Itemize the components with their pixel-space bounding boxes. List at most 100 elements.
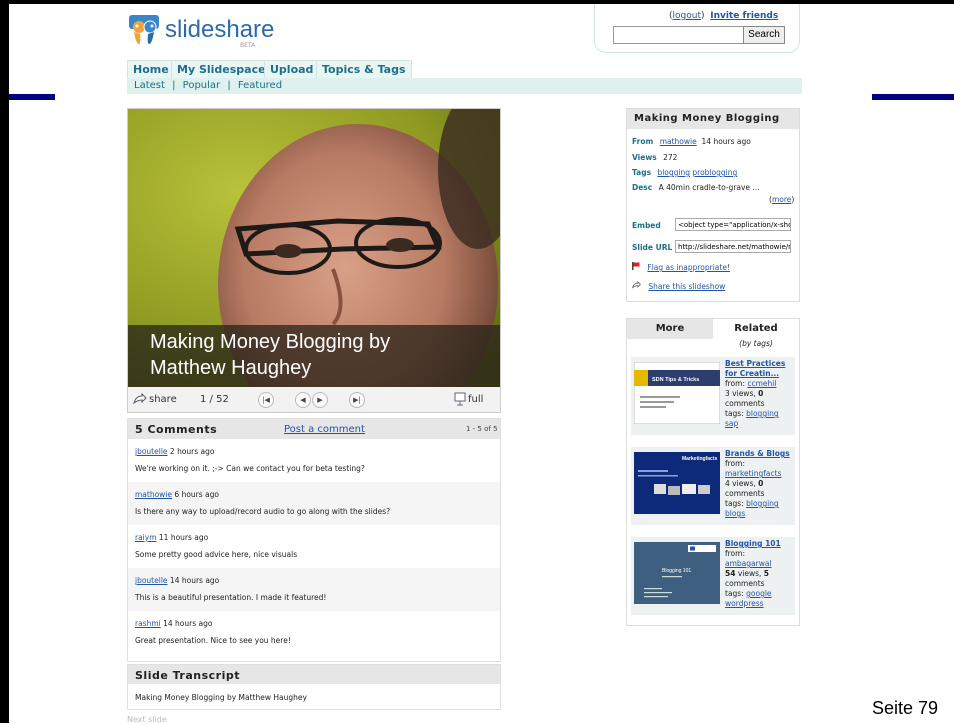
related-tag-link[interactable]: sap <box>725 419 738 428</box>
slide-url-field[interactable]: http://slideshare.net/mathowie/m <box>675 240 791 253</box>
comment-author-link[interactable]: mathowie <box>135 490 172 499</box>
related-tag-link[interactable]: wordpress <box>725 599 764 608</box>
desc-label: Desc <box>632 183 653 192</box>
slideshow-title: Making Money Blogging <box>634 113 780 124</box>
related-views: 3 <box>725 389 730 398</box>
logout-link[interactable]: logout <box>673 11 701 21</box>
related-thumbnail[interactable]: SDN Tips & Tricks <box>634 362 720 424</box>
related-thumbnail[interactable]: Blogging 101 <box>634 542 720 604</box>
related-tag-link[interactable]: blogging <box>746 499 779 508</box>
flag-label: Flag as inappropriate! <box>647 263 730 272</box>
share-slideshow-label: Share this slideshow <box>648 282 726 291</box>
info-header: Making Money Blogging <box>627 109 799 129</box>
more-link[interactable]: more <box>772 195 791 204</box>
comments-panel: 5 Comments Post a comment 1 - 5 of 5 jbo… <box>127 418 501 662</box>
embed-code-field[interactable]: <object type="application/x-shoc <box>675 218 791 231</box>
comments-label: comments <box>725 489 765 498</box>
invite-friends-link[interactable]: Invite friends <box>710 11 778 21</box>
author-link[interactable]: mathowie <box>660 137 697 146</box>
last-slide-icon[interactable]: ▶| <box>349 392 365 408</box>
tab-my-slidespace[interactable]: My Slidespace <box>171 60 272 78</box>
slide-title-line-1: Making Money Blogging by <box>150 331 391 353</box>
related-tabs: More Related <box>627 319 799 339</box>
subnav-latest[interactable]: Latest <box>134 80 165 91</box>
upload-time: 14 hours ago <box>701 137 751 146</box>
transcript-text: Making Money Blogging by Matthew Haughey <box>135 693 307 702</box>
share-slideshow-link[interactable]: Share this slideshow <box>631 280 726 291</box>
related-title-line1[interactable]: Blogging 101 <box>725 539 793 549</box>
related-author-link[interactable]: ccmehil <box>747 379 776 388</box>
flag-inappropriate-link[interactable]: Flag as inappropriate! <box>632 262 730 272</box>
player-controls: share 1 / 52 |◀ ◀ ▶ ▶| full <box>128 387 500 412</box>
comment-author-link[interactable]: jboutelle <box>135 576 168 585</box>
tag-link[interactable]: problogging <box>692 168 737 177</box>
related-info: Best Practices for Creatin... from: ccme… <box>725 359 793 429</box>
comment-author-link[interactable]: jboutelle <box>135 447 168 456</box>
comment-author-link[interactable]: rashmi <box>135 619 161 628</box>
tag-link[interactable]: blogging <box>657 168 690 177</box>
related-subtitle: (by tags) <box>739 339 773 348</box>
related-info: Blogging 101 from: ambagarwal 54 views, … <box>725 539 793 609</box>
comment-item: rashmi 14 hours ago Great presentation. … <box>128 611 500 654</box>
from-label: from: <box>725 549 745 558</box>
related-panel: More Related (by tags) SDN Tips & Tricks… <box>626 318 800 626</box>
comment-text: This is a beautiful presentation. I made… <box>135 593 327 602</box>
flag-icon <box>632 262 640 270</box>
tab-upload[interactable]: Upload <box>264 60 320 78</box>
related-thumbnail[interactable]: Marketingfacts <box>634 452 720 514</box>
slide-image[interactable]: Making Money Blogging by Matthew Haughey <box>128 109 500 387</box>
comments-label: comments <box>725 579 765 588</box>
related-tag-link[interactable]: blogs <box>725 509 745 518</box>
next-slide-icon[interactable]: ▶ <box>312 392 328 408</box>
views-label: views, <box>732 479 756 488</box>
info-desc-row: Desc A 40min cradle-to-grave ... <box>632 183 760 192</box>
transcript-title: Slide Transcript <box>135 669 240 682</box>
transcript-header: Slide Transcript <box>128 665 500 684</box>
share-icon <box>631 280 641 289</box>
related-author-link[interactable]: marketingfacts <box>725 469 781 478</box>
post-comment-link[interactable]: Post a comment <box>284 424 365 435</box>
views-count: 272 <box>663 153 678 162</box>
related-title-line2[interactable]: for Creatin... <box>725 369 793 379</box>
related-tag-link[interactable]: blogging <box>746 409 779 418</box>
tab-home[interactable]: Home <box>127 60 175 78</box>
share-icon[interactable] <box>133 393 147 405</box>
related-author-link[interactable]: ambagarwal <box>725 559 772 568</box>
fullscreen-icon[interactable] <box>454 392 466 406</box>
comments-header: 5 Comments Post a comment 1 - 5 of 5 <box>128 419 500 439</box>
related-item: SDN Tips & Tricks Best Practices for Cre… <box>631 357 795 435</box>
search-button[interactable]: Search <box>743 26 785 44</box>
tab-topics-tags[interactable]: Topics & Tags <box>316 60 412 78</box>
first-slide-icon[interactable]: |◀ <box>258 392 274 408</box>
tab-related[interactable]: Related <box>713 319 799 339</box>
related-tag-link[interactable]: google <box>746 589 771 598</box>
related-title-line1[interactable]: Brands & Blogs <box>725 449 793 459</box>
frame-left-border <box>0 0 9 723</box>
prev-slide-icon[interactable]: ◀ <box>295 392 311 408</box>
from-label: From <box>632 137 654 146</box>
related-item: Marketingfacts Brands & Blogs from: mark… <box>631 447 795 525</box>
tags-label: tags: <box>725 409 744 418</box>
thumb-title: SDN Tips & Tricks <box>652 377 699 383</box>
share-label[interactable]: share <box>149 394 177 405</box>
sub-nav: Latest | Popular | Featured <box>127 78 802 94</box>
subnav-featured[interactable]: Featured <box>238 80 282 91</box>
comment-item: jboutelle 2 hours ago We're working on i… <box>128 439 500 482</box>
related-views: 54 <box>725 569 736 578</box>
related-title-line1[interactable]: Best Practices <box>725 359 793 369</box>
transcript-panel: Slide Transcript Making Money Blogging b… <box>127 664 501 710</box>
search-input[interactable] <box>613 26 745 44</box>
more-description: (more) <box>769 195 795 204</box>
subnav-popular[interactable]: Popular <box>183 80 221 91</box>
comment-item: mathowie 6 hours ago Is there any way to… <box>128 482 500 525</box>
fullscreen-label[interactable]: full <box>468 394 483 405</box>
comment-time: 14 hours ago <box>163 619 213 628</box>
main-nav: Home My Slidespace Upload Topics & Tags <box>127 60 802 78</box>
tags-label: tags: <box>725 499 744 508</box>
comment-author-link[interactable]: raiym <box>135 533 157 542</box>
site-logo[interactable]: slideshare BETA <box>128 10 288 50</box>
from-label: from: <box>725 379 745 388</box>
subnav-separator: | <box>227 80 231 91</box>
tags-label: Tags <box>632 168 652 177</box>
tab-more[interactable]: More <box>627 319 713 339</box>
